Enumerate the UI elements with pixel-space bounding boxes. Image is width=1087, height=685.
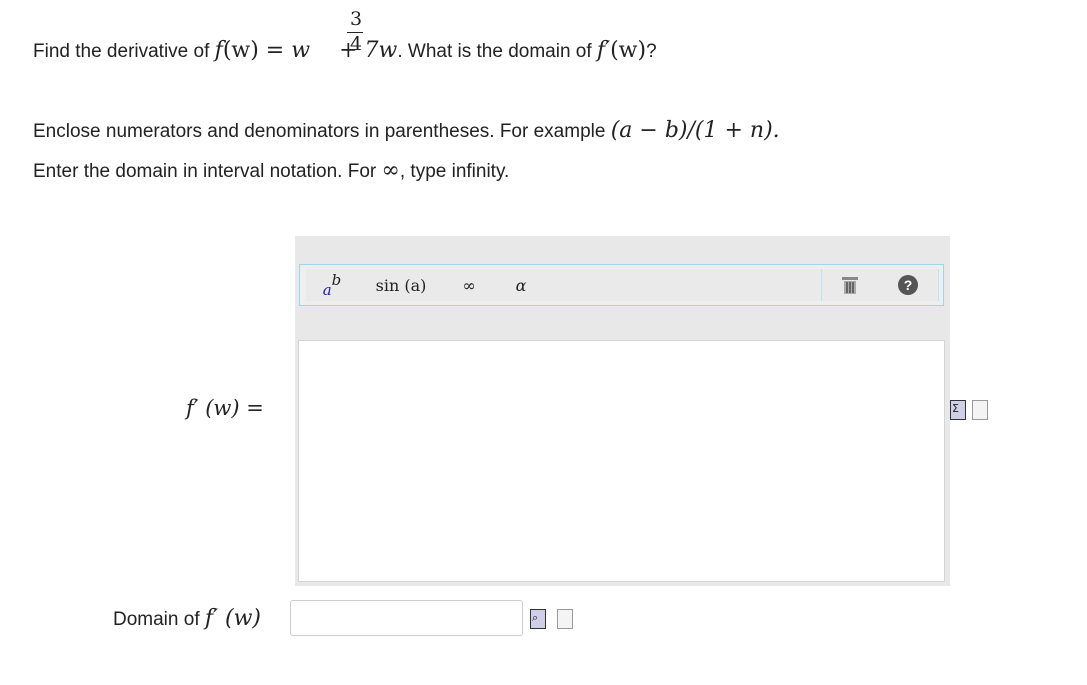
instruction-text: Enclose numerators and denominators in p… (33, 121, 611, 142)
fprime-symbol: f′ (596, 38, 611, 63)
base-variable: w (291, 38, 311, 63)
exponent-denominator: 4 (350, 33, 363, 55)
infinity-symbol: ∞ (381, 158, 400, 183)
exponent-numerator: 3 (350, 8, 363, 30)
answer-format-icon[interactable] (972, 400, 988, 420)
sin-button[interactable]: sin (a) (358, 269, 445, 301)
alpha-button[interactable]: α (494, 269, 549, 301)
domain-input[interactable] (290, 600, 523, 636)
derivative-label-text: f′ (w) = (186, 396, 264, 420)
domain-label-math: f′ (w) (204, 606, 262, 631)
instruction-parentheses: Enclose numerators and denominators in p… (33, 118, 780, 143)
fprime-arg: (w) (610, 38, 647, 63)
function-arg: (w) (222, 38, 259, 63)
question-text: Find the derivative of f(w) = w + 7w. Wh… (33, 38, 657, 63)
instruction-example: (a − b)/(1 + n). (610, 118, 780, 143)
domain-label: Domain of f′ (w) (113, 606, 261, 631)
help-button[interactable]: ? (878, 269, 939, 301)
power-button[interactable]: ab (306, 269, 359, 301)
sin-label: sin (a) (375, 275, 427, 295)
equals-sign: = (258, 38, 292, 63)
instruction-domain-post: , type infinity. (399, 161, 510, 182)
question-mid: . What is the domain of (397, 41, 597, 62)
clear-button[interactable] (821, 269, 879, 301)
instruction-domain: Enter the domain in interval notation. F… (33, 158, 509, 183)
domain-format-icon[interactable] (557, 609, 573, 629)
preview-domain-icon[interactable]: ⌕ (530, 609, 546, 629)
derivative-label: f′ (w) = (186, 396, 264, 421)
trash-icon (842, 277, 858, 294)
power-base: a (322, 281, 332, 299)
preview-answer-icon[interactable]: Σ (950, 400, 966, 420)
power-exponent: b (331, 271, 342, 289)
instruction-domain-pre: Enter the domain in interval notation. F… (33, 161, 382, 182)
question-end: ? (646, 41, 657, 62)
domain-label-text: Domain of (113, 609, 205, 630)
math-toolbar: ab sin (a) ∞ α ? (299, 264, 944, 306)
function-rest: + 7w (332, 38, 398, 63)
help-icon: ? (898, 275, 918, 295)
alpha-label: α (515, 275, 527, 295)
infinity-button[interactable]: ∞ (444, 269, 495, 301)
question-prefix: Find the derivative of (33, 41, 215, 62)
infinity-label: ∞ (462, 275, 476, 295)
toolbar-spacer (548, 269, 821, 301)
derivative-answer-area[interactable] (298, 340, 945, 582)
function-name: f (214, 38, 223, 63)
math-editor-panel: ab sin (a) ∞ α ? (295, 236, 950, 586)
